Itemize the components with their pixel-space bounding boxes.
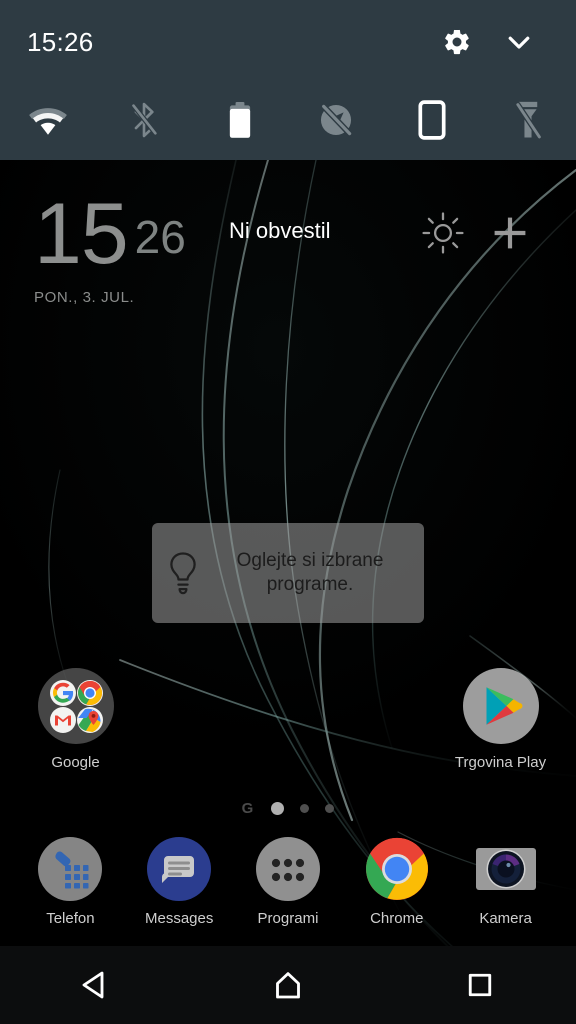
dock-item-programi[interactable]: Programi — [238, 834, 338, 927]
dock-label-messages: Messages — [145, 910, 214, 927]
flashlight-off-icon — [514, 100, 543, 145]
dock-label-programi: Programi — [257, 910, 319, 927]
collapse-chevron-down-icon[interactable] — [503, 26, 535, 58]
google-page-glyph[interactable]: G — [242, 800, 254, 817]
hint-tooltip[interactable]: Oglejte si izbrane programe. — [152, 523, 424, 623]
quick-tile-flashlight[interactable] — [480, 84, 576, 160]
navigation-bar — [0, 946, 576, 1024]
chrome-icon — [362, 834, 432, 904]
app-label-play-store: Trgovina Play — [454, 754, 547, 771]
dock-label-telefon: Telefon — [46, 910, 95, 927]
sun-icon[interactable] — [421, 211, 465, 260]
page-dot-1[interactable] — [271, 802, 285, 815]
dock-label-chrome: Chrome — [370, 910, 424, 927]
quick-tile-location[interactable] — [288, 84, 384, 160]
clock-time[interactable]: 15 26 — [34, 186, 186, 282]
battery-icon — [227, 101, 253, 144]
nav-recents-button[interactable] — [440, 946, 520, 1024]
bluetooth-off-icon — [127, 102, 161, 143]
google-folder-icon — [36, 666, 116, 746]
auto-rotate-icon — [418, 99, 446, 145]
clock-date: PON., 3. JUL. — [34, 289, 135, 306]
app-icon-google-folder[interactable]: Google — [18, 666, 133, 771]
location-off-icon — [317, 101, 355, 144]
app-label-google: Google — [51, 754, 100, 771]
app-icon-play-store[interactable]: Trgovina Play — [443, 666, 558, 771]
dock-label-kamera: Kamera — [479, 910, 532, 927]
page-dot-3[interactable] — [325, 804, 335, 813]
clock-hour: 15 — [34, 186, 129, 282]
quick-tile-wifi[interactable] — [0, 84, 96, 160]
camera-icon — [471, 834, 541, 904]
dock-item-chrome[interactable]: Chrome — [347, 834, 447, 927]
status-quick-settings-panel: 15:26 — [0, 0, 576, 160]
quick-tile-bluetooth[interactable] — [96, 84, 192, 160]
messages-icon — [144, 834, 214, 904]
hint-tooltip-text: Oglejte si izbrane programe. — [236, 549, 384, 595]
status-bar-actions — [441, 26, 535, 58]
clock-widget[interactable]: 15 26 PON., 3. JUL. Ni obvestil — [0, 186, 576, 316]
quick-tile-auto-rotate[interactable] — [384, 84, 480, 160]
play-store-icon — [461, 666, 541, 746]
dock: Telefon Messages Programi Chrome Kamera — [0, 834, 576, 946]
dock-item-kamera[interactable]: Kamera — [456, 834, 556, 927]
wifi-icon — [28, 104, 68, 141]
page-dot-2[interactable] — [300, 804, 310, 813]
settings-gear-icon[interactable] — [441, 26, 473, 58]
plus-icon[interactable] — [489, 212, 531, 259]
phone-icon — [35, 834, 105, 904]
weather-widget[interactable] — [421, 211, 531, 260]
lightbulb-icon — [152, 550, 214, 596]
nav-home-button[interactable] — [248, 946, 328, 1024]
page-indicator[interactable]: G — [0, 800, 576, 817]
quick-tile-battery[interactable] — [192, 84, 288, 160]
clock-minute: 26 — [134, 211, 186, 263]
quick-settings-row — [0, 84, 576, 160]
status-bar: 15:26 — [0, 0, 576, 84]
app-drawer-icon — [253, 834, 323, 904]
notification-summary[interactable]: Ni obvestil — [229, 218, 330, 244]
dock-item-telefon[interactable]: Telefon — [20, 834, 120, 927]
status-bar-clock: 15:26 — [27, 26, 94, 57]
android-homescreen: 15:26 15 26 PON., 3. JUL. Ni obvestil Og… — [0, 0, 576, 1024]
homescreen-app-row: Google Trgovina Play — [0, 666, 576, 786]
nav-back-button[interactable] — [56, 946, 136, 1024]
dock-item-messages[interactable]: Messages — [129, 834, 229, 927]
